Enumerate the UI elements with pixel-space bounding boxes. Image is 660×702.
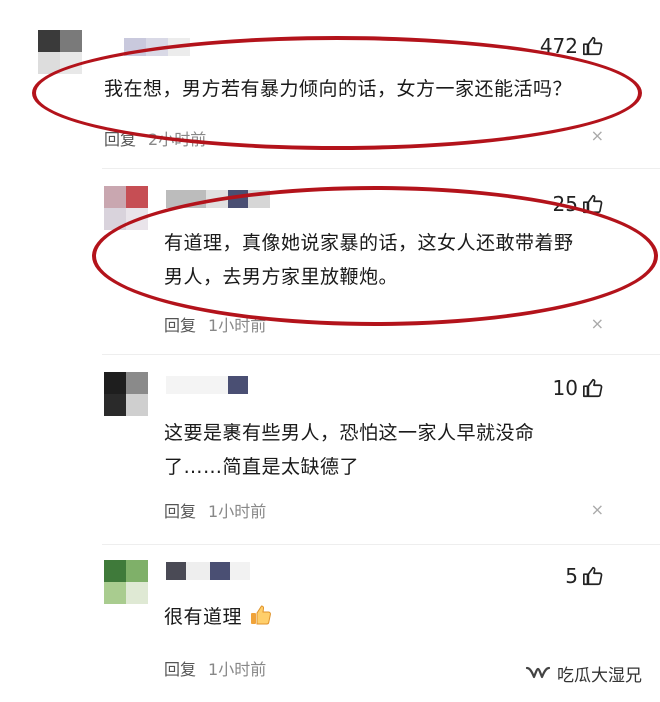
close-icon[interactable]: ×: [591, 500, 604, 519]
thumbs-up-icon: [583, 566, 603, 586]
comment-1: 472 我在想，男方若有暴力倾向的话，女方一家还能活吗？ 回复 2小时前 ×: [0, 0, 660, 170]
close-icon[interactable]: ×: [591, 314, 604, 333]
avatar[interactable]: [38, 30, 82, 74]
avatar[interactable]: [104, 560, 148, 604]
reply-button[interactable]: 回复: [104, 126, 136, 150]
like-count: 25: [552, 192, 578, 216]
avatar[interactable]: [104, 372, 148, 416]
divider: [102, 168, 660, 169]
comment-3: 10 这要是裹有些男人，恐怕这一家人早就没命 了……简直是太缺德了 回复 1小时…: [0, 356, 660, 544]
like-button[interactable]: 10: [553, 376, 604, 400]
username-blurred[interactable]: [166, 190, 270, 208]
watermark-text: 吃瓜大湿兄: [557, 666, 642, 686]
timestamp: 2小时前: [148, 130, 207, 149]
timestamp: 1小时前: [208, 502, 267, 521]
like-button[interactable]: 5: [565, 564, 604, 588]
comment-text: 我在想，男方若有暴力倾向的话，女方一家还能活吗？: [104, 78, 573, 100]
username-blurred[interactable]: [166, 376, 250, 394]
wechat-channel-icon: [525, 666, 551, 678]
comment-meta: 回复 2小时前: [104, 126, 206, 150]
divider: [102, 544, 660, 545]
comment-meta: 回复 1小时前: [164, 312, 266, 336]
close-icon[interactable]: ×: [591, 126, 604, 145]
like-count: 472: [539, 34, 578, 58]
username-blurred[interactable]: [166, 562, 250, 580]
reply-button[interactable]: 回复: [164, 498, 196, 522]
timestamp: 1小时前: [208, 660, 267, 679]
comment-2: 25 有道理，真像她说家暴的话，这女人还敢带着野 男人，去男方家里放鞭炮。 回复…: [0, 170, 660, 355]
thumbs-up-emoji-icon: [250, 605, 271, 625]
thumbs-up-icon: [583, 36, 603, 56]
reply-button[interactable]: 回复: [164, 312, 196, 336]
avatar[interactable]: [104, 186, 148, 230]
comment-text: 有道理，真像她说家暴的话，这女人还敢带着野 男人，去男方家里放鞭炮。: [164, 232, 574, 288]
thumbs-up-icon: [583, 194, 603, 214]
watermark: 吃瓜大湿兄: [525, 661, 642, 686]
comment-meta: 回复 1小时前: [164, 498, 266, 522]
comment-meta: 回复 1小时前: [164, 656, 266, 680]
comment-text: 很有道理: [164, 600, 273, 634]
thumbs-up-icon: [583, 378, 603, 398]
like-count: 10: [552, 376, 578, 400]
like-count: 5: [565, 564, 578, 588]
comment-text: 这要是裹有些男人，恐怕这一家人早就没命 了……简直是太缺德了: [164, 422, 535, 478]
reply-button[interactable]: 回复: [164, 656, 196, 680]
timestamp: 1小时前: [208, 316, 267, 335]
like-button[interactable]: 25: [553, 192, 604, 216]
username-blurred[interactable]: [124, 38, 194, 56]
like-button[interactable]: 472: [540, 34, 604, 58]
divider: [102, 354, 660, 355]
